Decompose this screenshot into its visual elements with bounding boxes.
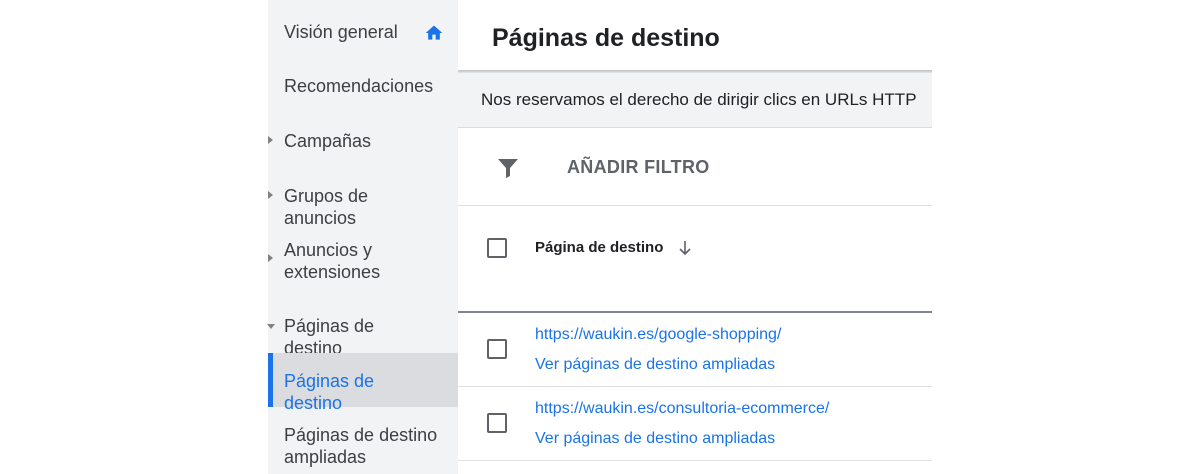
filter-bar: AÑADIR FILTRO bbox=[458, 128, 932, 206]
sidebar-nav: Visión general Recomendaciones Campañas … bbox=[267, 0, 458, 474]
main-content: Páginas de destino Nos reservamos el der… bbox=[458, 0, 932, 474]
table-row: https://waukin.es/consultoria-ecommerce/… bbox=[458, 387, 932, 461]
caret-right-icon[interactable] bbox=[268, 136, 273, 144]
sidebar-item-label: Visión general bbox=[284, 22, 398, 42]
filter-icon[interactable] bbox=[496, 156, 520, 180]
sidebar-item-label: Grupos de anuncios bbox=[284, 186, 369, 228]
sidebar-item-campaigns[interactable]: Campañas bbox=[268, 130, 458, 152]
active-indicator bbox=[268, 353, 273, 407]
sidebar-item-label: Recomendaciones bbox=[284, 76, 434, 96]
home-icon bbox=[425, 25, 443, 40]
sidebar-item-label: Páginas de destino ampliadas bbox=[284, 425, 438, 467]
sidebar-item-expanded-landing-pages[interactable]: Páginas de destino ampliadas bbox=[268, 424, 458, 468]
sidebar-item-ads-extensions[interactable]: Anuncios y extensiones bbox=[268, 239, 458, 283]
select-all-checkbox[interactable] bbox=[487, 238, 507, 258]
caret-down-icon[interactable] bbox=[267, 324, 275, 329]
sidebar-item-landing-pages[interactable]: Páginas de destino bbox=[268, 353, 458, 413]
arrow-down-icon[interactable] bbox=[677, 239, 693, 257]
sidebar-item-label: Anuncios y extensiones bbox=[284, 240, 381, 282]
table-row: https://waukin.es/google-shopping/ Ver p… bbox=[458, 313, 932, 387]
sidebar-item-landing-pages-group[interactable]: Páginas de destino bbox=[267, 315, 458, 358]
sidebar-item-label: Campañas bbox=[284, 131, 372, 151]
row-checkbox[interactable] bbox=[487, 413, 507, 433]
page-title: Páginas de destino bbox=[492, 24, 720, 52]
expanded-pages-link[interactable]: Ver páginas de destino ampliadas bbox=[535, 430, 775, 448]
column-header-landing-page[interactable]: Página de destino bbox=[535, 239, 663, 256]
add-filter-button[interactable]: AÑADIR FILTRO bbox=[567, 157, 710, 178]
row-checkbox[interactable] bbox=[487, 339, 507, 359]
table-header: Página de destino bbox=[458, 206, 932, 313]
caret-right-icon[interactable] bbox=[268, 191, 273, 199]
sidebar-item-overview[interactable]: Visión general bbox=[268, 21, 458, 43]
caret-right-icon[interactable] bbox=[268, 254, 273, 262]
info-banner: Nos reservamos el derecho de dirigir cli… bbox=[458, 73, 932, 128]
expanded-pages-link[interactable]: Ver páginas de destino ampliadas bbox=[535, 356, 775, 374]
sidebar-item-recommendations[interactable]: Recomendaciones bbox=[268, 75, 458, 97]
landing-page-link[interactable]: https://waukin.es/google-shopping/ bbox=[535, 326, 781, 344]
sidebar-item-ad-groups[interactable]: Grupos de anuncios bbox=[268, 185, 458, 228]
landing-page-link[interactable]: https://waukin.es/consultoria-ecommerce/ bbox=[535, 400, 829, 418]
banner-text: Nos reservamos el derecho de dirigir cli… bbox=[481, 90, 917, 109]
sidebar-item-label: Páginas de destino bbox=[284, 371, 375, 413]
